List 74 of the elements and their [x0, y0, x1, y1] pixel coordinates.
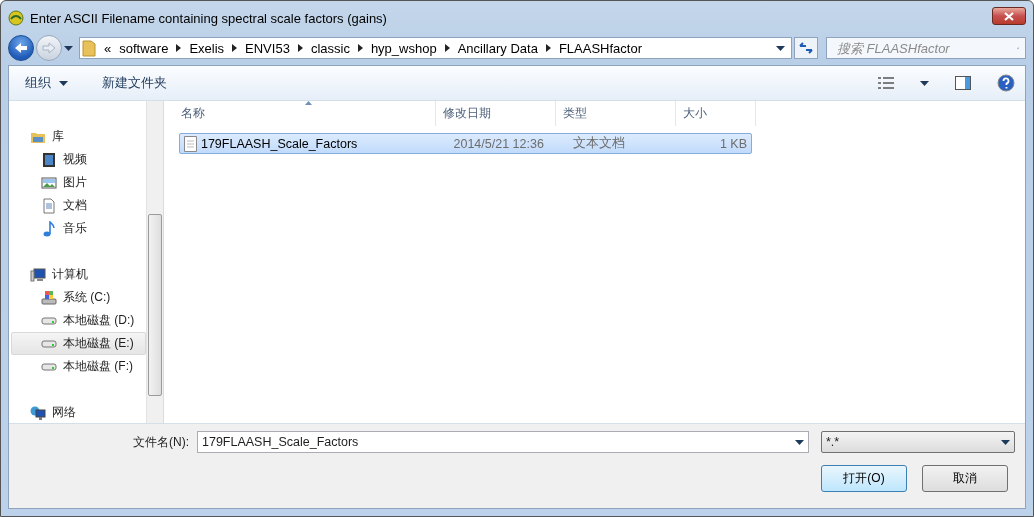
breadcrumb-item[interactable]: ENVI53 — [245, 40, 290, 56]
column-header[interactable]: 修改日期 — [436, 101, 556, 126]
chevron-icon — [545, 44, 551, 52]
preview-pane-icon[interactable] — [955, 76, 971, 90]
caret-icon — [59, 80, 68, 86]
filename-field[interactable]: 179FLAASH_Scale_Factors — [197, 431, 809, 453]
breadcrumb-item[interactable]: hyp_wshop — [370, 40, 437, 56]
drive-icon — [41, 362, 57, 371]
column-header[interactable]: 类型 — [556, 101, 676, 126]
sidebar-item[interactable]: 计算机 — [11, 263, 146, 286]
system-drive-icon — [41, 289, 57, 306]
refresh-button[interactable] — [794, 37, 818, 59]
chevron-icon — [297, 44, 303, 52]
file-row[interactable]: 179FLAASH_Scale_Factors 2014/5/21 12:36 文本文档 1 KB — [179, 133, 752, 154]
breadcrumb-item[interactable]: Ancillary Data — [457, 40, 538, 56]
back-arrow-icon — [14, 42, 28, 54]
chevron-icon — [444, 44, 450, 52]
breadcrumb-item[interactable]: FLAASHfactor — [558, 40, 642, 56]
back-button[interactable] — [8, 35, 34, 61]
column-header[interactable]: 名称 — [174, 101, 436, 126]
sidebar-item[interactable]: 库 — [11, 125, 146, 148]
sidebar-item[interactable]: 系统 (C:) — [11, 286, 146, 309]
forward-arrow-icon — [42, 42, 56, 54]
folder-icon — [82, 39, 96, 57]
breadcrumb-item[interactable]: classic — [310, 40, 350, 56]
sidebar-item[interactable]: 图片 — [11, 171, 146, 194]
chevron-icon — [232, 44, 238, 52]
scrollbar[interactable] — [146, 101, 164, 423]
breadcrumb-item[interactable]: Exelis — [189, 40, 225, 56]
chevron-icon — [357, 44, 363, 52]
filename-label: 文件名(N): — [132, 433, 189, 451]
file-type-dropdown[interactable]: *.* — [821, 431, 1015, 453]
dropdown-caret-icon — [1001, 439, 1010, 445]
sidebar-item[interactable]: 音乐 — [11, 217, 146, 240]
sidebar-item[interactable]: 本地磁盘 (D:) — [11, 309, 146, 332]
sidebar-item[interactable]: 视频 — [11, 148, 146, 171]
open-button[interactable]: 打开(O) — [821, 464, 907, 492]
new-folder-button[interactable]: 新建文件夹 — [98, 72, 171, 94]
window-title: Enter ASCII Filename containing spectral scale factors (gains) — [30, 10, 388, 26]
organize-button[interactable]: 组织 — [21, 72, 72, 94]
search-field[interactable]: 搜索 FLAASHfactor — [826, 37, 1026, 59]
view-caret-icon — [920, 80, 929, 86]
dropdown-caret-icon — [776, 45, 785, 51]
network-icon — [30, 404, 46, 421]
dropdown-caret-icon — [795, 439, 804, 445]
sidebar-item[interactable]: 本地磁盘 (E:) — [11, 332, 146, 355]
close-button[interactable] — [992, 7, 1026, 25]
app-icon — [8, 10, 24, 26]
breadcrumb-overflow[interactable]: « — [104, 40, 112, 56]
cancel-button[interactable]: 取消 — [922, 464, 1008, 492]
drive-icon — [41, 339, 57, 348]
text-file-icon — [184, 135, 197, 152]
chevron-icon — [176, 44, 182, 52]
file-name: 179FLAASH_Scale_Factors — [199, 136, 359, 151]
file-type: 文本文档 — [572, 135, 627, 152]
view-list-icon[interactable] — [878, 77, 894, 89]
refresh-icon — [798, 41, 814, 55]
close-icon — [1004, 11, 1014, 21]
file-size: 1 KB — [718, 136, 748, 151]
column-header[interactable]: 大小 — [676, 101, 756, 126]
breadcrumb-item[interactable]: software — [119, 40, 169, 56]
image-icon — [41, 174, 57, 191]
history-caret-icon — [64, 45, 73, 51]
film-icon — [41, 151, 57, 168]
sidebar-item[interactable]: 文档 — [11, 194, 146, 217]
music-note-icon — [41, 220, 57, 237]
modified-date: 2014/5/21 12:36 — [452, 136, 545, 151]
drive-icon — [41, 316, 57, 325]
sidebar-item[interactable]: 本地磁盘 (F:) — [11, 355, 146, 378]
address-bar[interactable]: « software Exelis ENVI53 classic hyp_wshop Ancillary Data FLAASHfactor — [79, 37, 792, 59]
sidebar-item[interactable]: 网络 — [11, 401, 146, 423]
computer-icon — [30, 266, 46, 283]
document-icon — [41, 197, 57, 214]
help-icon[interactable] — [997, 74, 1015, 92]
